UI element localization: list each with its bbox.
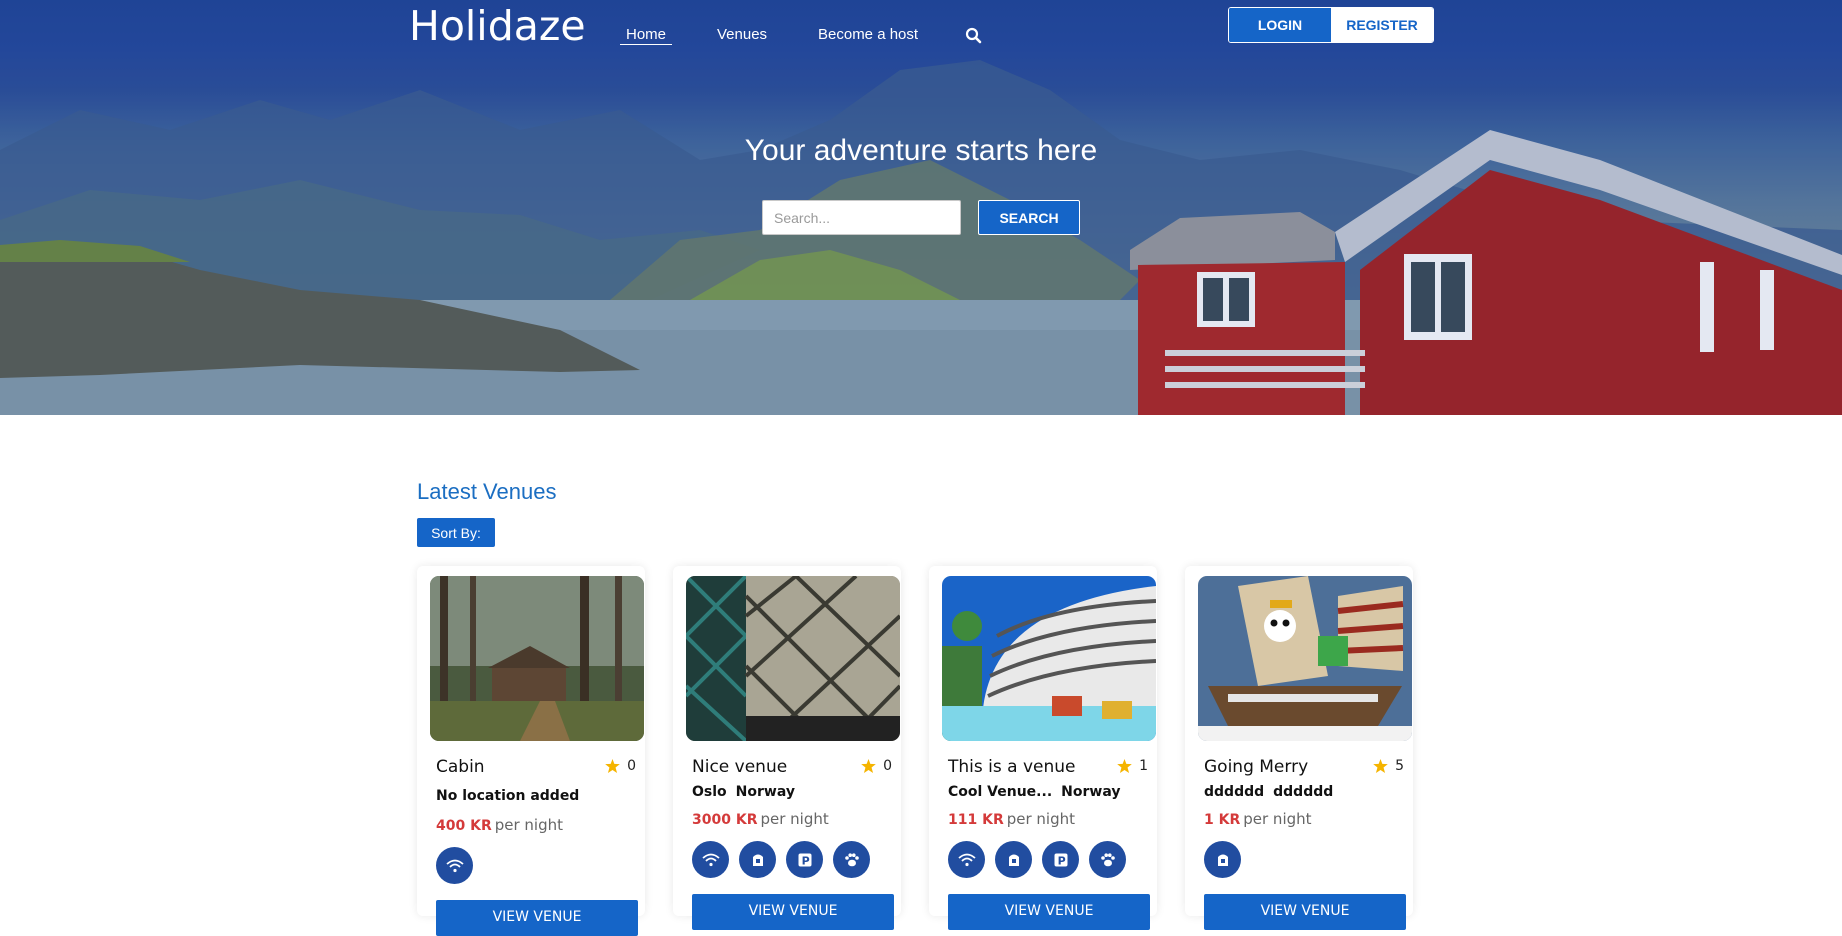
pets-icon xyxy=(833,841,870,878)
venue-name: Cabin xyxy=(436,757,485,777)
venue-location: No location added xyxy=(436,788,588,804)
rating-value: 1 xyxy=(1139,758,1148,774)
hero-search-input[interactable] xyxy=(762,200,961,235)
nav-become-host[interactable]: Become a host xyxy=(818,26,918,43)
venue-card: Cabin 0 No location added 400 KR per nigh… xyxy=(417,566,645,936)
hero-title: Your adventure starts here xyxy=(744,134,1098,167)
venue-name: Going Merry xyxy=(1204,757,1309,777)
venue-rating: 1 xyxy=(1117,758,1148,774)
price-amount: 111 KR xyxy=(948,812,1004,828)
parking-icon: P xyxy=(786,841,823,878)
venue-location: Cool Venue... Norway xyxy=(948,784,1129,800)
venue-card: This is a venue 1 Cool Venue... Norway 11… xyxy=(929,566,1157,930)
section-title: Latest Venues xyxy=(417,479,557,504)
venue-rating: 5 xyxy=(1373,758,1404,774)
venue-rating: 0 xyxy=(605,758,636,774)
star-icon xyxy=(861,759,876,773)
nav-venues[interactable]: Venues xyxy=(717,26,767,43)
rating-value: 0 xyxy=(883,758,892,774)
star-icon xyxy=(605,759,620,773)
sort-by-button[interactable]: Sort By: xyxy=(417,518,495,547)
top-navbar: Holidaze Home Venues Become a host LOGIN… xyxy=(0,0,1842,60)
venue-location: dddddd dddddd xyxy=(1204,784,1342,800)
price-amount: 1 KR xyxy=(1204,812,1241,828)
wifi-icon xyxy=(436,847,473,884)
venue-card: Nice venue 0 Oslo Norway 3000 KR per night… xyxy=(673,566,901,930)
venue-price: 3000 KR per night xyxy=(692,810,829,828)
amenities-list xyxy=(436,847,473,884)
venue-price: 400 KR per night xyxy=(436,816,563,834)
venue-image[interactable] xyxy=(942,576,1156,741)
venue-price: 111 KR per night xyxy=(948,810,1075,828)
wifi-icon xyxy=(948,841,985,878)
amenities-list: P xyxy=(692,841,870,878)
location-country: dddddd xyxy=(1273,784,1334,800)
amenities-list xyxy=(1204,841,1241,878)
view-venue-button[interactable]: VIEW VENUE xyxy=(692,894,894,930)
auth-buttons: LOGIN REGISTER xyxy=(1228,7,1434,43)
price-amount: 400 KR xyxy=(436,818,492,834)
venue-name: Nice venue xyxy=(692,757,788,777)
view-venue-button[interactable]: VIEW VENUE xyxy=(1204,894,1406,930)
location-city: Cool Venue... xyxy=(948,784,1053,800)
wifi-icon xyxy=(692,841,729,878)
breakfast-icon xyxy=(739,841,776,878)
star-icon xyxy=(1373,759,1388,773)
view-venue-button[interactable]: VIEW VENUE xyxy=(436,900,638,936)
venue-image[interactable] xyxy=(1198,576,1412,741)
svg-text:P: P xyxy=(1057,854,1065,867)
svg-text:P: P xyxy=(801,854,809,867)
brand-logo[interactable]: Holidaze xyxy=(409,2,586,50)
breakfast-icon xyxy=(995,841,1032,878)
rating-value: 0 xyxy=(627,758,636,774)
register-button[interactable]: REGISTER xyxy=(1331,8,1433,42)
hero-search-button[interactable]: SEARCH xyxy=(978,200,1080,235)
venue-name: This is a venue xyxy=(948,757,1076,777)
location-country: Norway xyxy=(1061,784,1121,800)
price-unit: per night xyxy=(1243,810,1312,828)
venue-price: 1 KR per night xyxy=(1204,810,1312,828)
view-venue-button[interactable]: VIEW VENUE xyxy=(948,894,1150,930)
search-icon[interactable] xyxy=(965,27,983,45)
pets-icon xyxy=(1089,841,1126,878)
location-city: dddddd xyxy=(1204,784,1265,800)
venue-image[interactable] xyxy=(686,576,900,741)
price-unit: per night xyxy=(760,810,829,828)
price-unit: per night xyxy=(494,816,564,834)
price-amount: 3000 KR xyxy=(692,812,758,828)
location-country: Norway xyxy=(735,784,795,800)
nav-home[interactable]: Home xyxy=(620,26,673,45)
star-icon xyxy=(1117,759,1132,773)
venue-image[interactable] xyxy=(430,576,644,741)
breakfast-icon xyxy=(1204,841,1241,878)
price-unit: per night xyxy=(1006,810,1076,828)
rating-value: 5 xyxy=(1395,758,1404,774)
amenities-list: P xyxy=(948,841,1126,878)
location-city: Oslo xyxy=(692,784,727,800)
hero-banner: Holidaze Home Venues Become a host LOGIN… xyxy=(0,0,1842,415)
venue-card: Going Merry 5 dddddd dddddd 1 KR per night… xyxy=(1185,566,1413,930)
location-note: No location added xyxy=(436,788,580,804)
login-button[interactable]: LOGIN xyxy=(1229,8,1331,42)
venue-location: Oslo Norway xyxy=(692,784,804,800)
parking-icon: P xyxy=(1042,841,1079,878)
venue-rating: 0 xyxy=(861,758,892,774)
